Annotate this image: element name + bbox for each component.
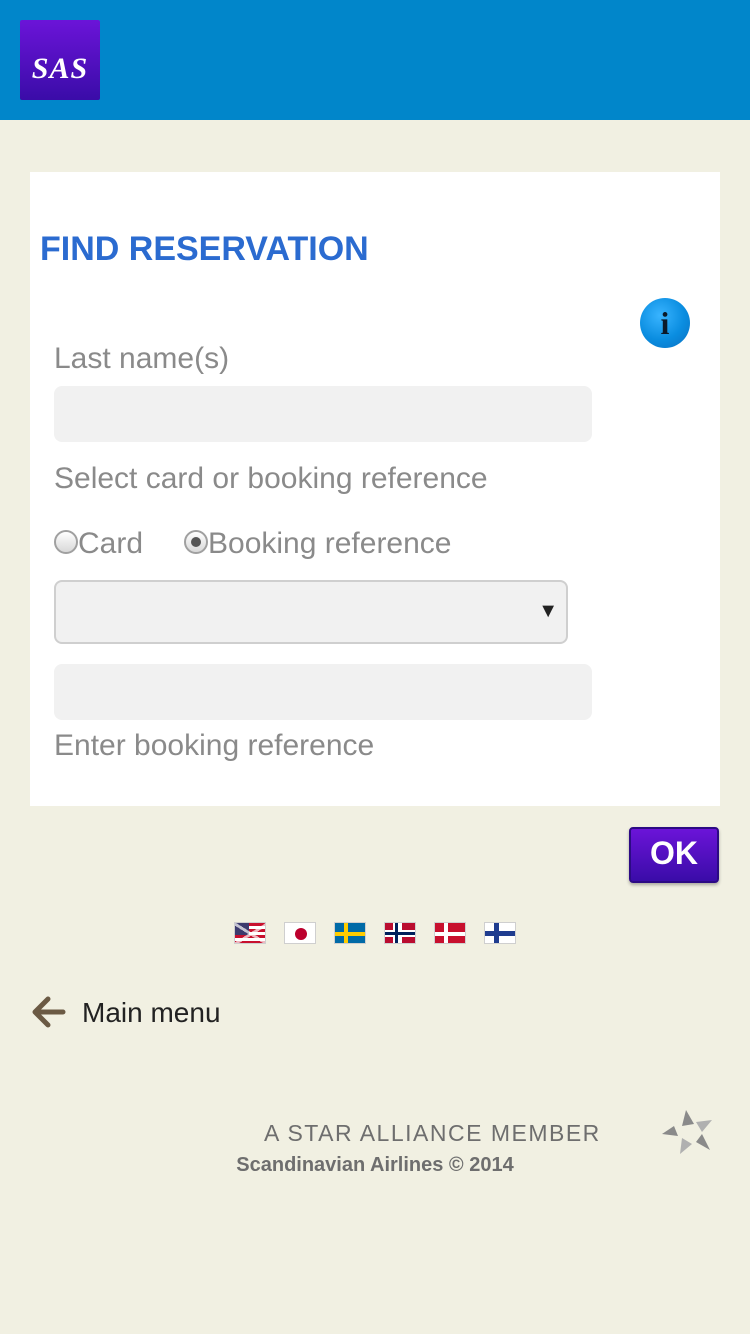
flag-fi-icon[interactable] <box>484 922 516 944</box>
last-name-label: Last name(s) <box>54 342 230 375</box>
radio-booking-reference[interactable]: Booking reference <box>184 527 452 561</box>
booking-reference-hint: Enter booking reference <box>54 729 375 762</box>
page-title: FIND RESERVATION <box>40 230 369 268</box>
flag-dk-icon[interactable] <box>434 922 466 944</box>
star-alliance-text: A STAR ALLIANCE MEMBER <box>264 1120 601 1146</box>
logo-text: SAS <box>31 52 89 85</box>
flag-no-icon[interactable] <box>384 922 416 944</box>
dropdown-arrow-icon: ▼ <box>538 600 558 622</box>
flag-se-icon[interactable] <box>334 922 366 944</box>
select-type-label: Select card or booking reference <box>54 462 488 495</box>
info-icon[interactable]: i <box>640 298 690 348</box>
copyright-text: Scandinavian Airlines © 2014 <box>236 1154 514 1176</box>
radio-card-button[interactable] <box>54 530 78 554</box>
booking-reference-input[interactable] <box>54 664 592 720</box>
radio-card-label: Card <box>78 527 144 560</box>
language-selector <box>234 922 516 944</box>
flag-jp-icon[interactable] <box>284 922 316 944</box>
star-alliance-logo-icon <box>662 1110 712 1154</box>
ok-button[interactable]: OK <box>629 827 719 883</box>
last-name-input[interactable] <box>54 386 592 442</box>
radio-booking-label: Booking reference <box>208 527 452 560</box>
app-header: SAS <box>0 0 750 120</box>
find-reservation-form: FIND RESERVATION i Last name(s) Select c… <box>30 172 720 806</box>
radio-booking-button[interactable] <box>184 530 208 554</box>
radio-card[interactable]: Card <box>54 527 143 561</box>
sas-logo[interactable]: SAS <box>20 20 100 100</box>
flag-uk-icon[interactable] <box>234 922 266 944</box>
back-arrow-icon[interactable] <box>30 995 66 1029</box>
card-type-select[interactable]: ▼ <box>54 580 568 644</box>
main-menu-link[interactable]: Main menu <box>82 997 221 1029</box>
